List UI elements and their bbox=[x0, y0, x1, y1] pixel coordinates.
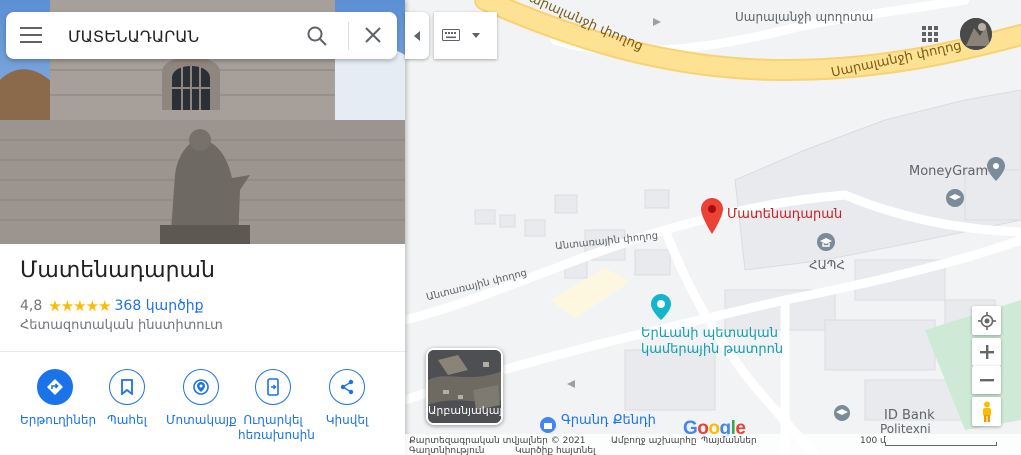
chevron-down-icon[interactable] bbox=[472, 33, 480, 38]
nearby-icon bbox=[193, 379, 209, 395]
poi-hapc[interactable]: ՀԱՊՀ bbox=[809, 258, 845, 272]
share-icon bbox=[340, 379, 354, 395]
avatar-image bbox=[960, 18, 992, 50]
bookmark-icon bbox=[121, 379, 133, 395]
footer-map-data[interactable]: Քարտեզագրական տվյալներ © 2021 bbox=[409, 436, 586, 446]
input-tools-button[interactable] bbox=[434, 12, 497, 59]
place-category[interactable]: Հետազոտական ինստիտուտ bbox=[20, 318, 223, 333]
footer-feedback-link[interactable]: Կարծիք հայտնել bbox=[515, 446, 595, 455]
rating-stars: ★★★★★ bbox=[48, 297, 111, 315]
minus-icon bbox=[979, 379, 994, 382]
school-marker-icon bbox=[946, 189, 964, 207]
keyboard-icon bbox=[442, 29, 460, 41]
poi-moneygram[interactable]: MoneyGram bbox=[909, 164, 988, 179]
pegman-button[interactable] bbox=[972, 397, 1001, 426]
road-label-saralanj-avenue: Սարալանջի պողոտա bbox=[735, 10, 874, 24]
university-marker-icon[interactable] bbox=[816, 232, 836, 252]
reviews-link[interactable]: 368 կարծիք bbox=[115, 298, 204, 314]
place-panel: Մատենադարան 4,8 ★★★★★ 368 կարծիք Հետազոտ… bbox=[0, 0, 405, 455]
location-pin-icon[interactable] bbox=[701, 198, 723, 234]
rating-row: 4,8 ★★★★★ 368 կարծիք bbox=[20, 297, 204, 315]
poi-id-bank[interactable]: ID Bank bbox=[884, 408, 935, 423]
rating-value: 4,8 bbox=[20, 298, 43, 314]
google-apps-icon[interactable] bbox=[920, 24, 940, 44]
plus-icon bbox=[979, 345, 994, 359]
zoom-in-button[interactable] bbox=[972, 338, 1001, 366]
send-to-phone-button[interactable]: Ուղարկել հեռախոսին bbox=[238, 369, 315, 443]
search-icon[interactable] bbox=[306, 25, 328, 47]
scale-bar[interactable] bbox=[885, 442, 997, 446]
menu-icon[interactable] bbox=[20, 27, 42, 45]
place-title: Մատենադարան bbox=[20, 258, 215, 283]
footer-privacy-link[interactable]: Գաղտնիություն bbox=[409, 446, 484, 455]
satellite-layer-toggle[interactable]: Արբանյակային bbox=[426, 348, 503, 425]
satellite-label: Արբանյակային bbox=[428, 404, 503, 417]
search-input[interactable] bbox=[68, 25, 288, 47]
nearby-button[interactable]: Մոտակայք bbox=[166, 369, 237, 428]
send-to-phone-icon bbox=[267, 378, 279, 396]
search-box bbox=[6, 12, 397, 59]
directions-button[interactable]: Երթուղիներ bbox=[20, 369, 97, 428]
save-button[interactable]: Պահել bbox=[92, 369, 162, 428]
poi-grand-candy[interactable]: Գրանդ Քենդի bbox=[561, 413, 656, 428]
footer-world-link[interactable]: Ամբողջ աշխարհը bbox=[611, 436, 697, 446]
divider bbox=[0, 351, 405, 352]
collapse-panel-button[interactable] bbox=[405, 12, 429, 59]
pin-label[interactable]: Մատենադարան bbox=[727, 207, 842, 222]
zoom-out-button[interactable] bbox=[972, 366, 1001, 394]
moneygram-marker-icon[interactable] bbox=[987, 157, 1005, 181]
directions-label: Երթուղիներ bbox=[20, 413, 97, 427]
graduation-marker-icon bbox=[834, 405, 850, 421]
save-label: Պահել bbox=[107, 413, 147, 427]
share-label: Կիսվել bbox=[325, 413, 369, 427]
theater-marker-icon[interactable] bbox=[651, 294, 671, 320]
chevron-left-icon bbox=[414, 30, 420, 41]
directions-icon bbox=[47, 379, 63, 395]
my-location-icon bbox=[977, 311, 996, 330]
send-to-phone-label: Ուղարկել հեռախոսին bbox=[238, 413, 315, 442]
pegman-icon bbox=[982, 401, 991, 422]
share-button[interactable]: Կիսվել bbox=[312, 369, 382, 428]
my-location-button[interactable] bbox=[972, 306, 1001, 335]
footer-terms-link[interactable]: Պայմաններ bbox=[701, 436, 757, 446]
account-avatar[interactable] bbox=[960, 18, 992, 50]
close-icon[interactable] bbox=[364, 26, 382, 44]
scale-label[interactable]: 100 մ bbox=[860, 436, 886, 446]
shopping-marker-icon[interactable] bbox=[539, 416, 557, 434]
map-footer: Քարտեզագրական տվյալներ © 2021 Ամբողջ աշխ… bbox=[405, 434, 1021, 455]
nearby-label: Մոտակայք bbox=[166, 413, 237, 427]
poi-theater[interactable]: Երևանի պետական կամերային թատրոն bbox=[641, 326, 801, 358]
search-divider bbox=[348, 22, 349, 50]
